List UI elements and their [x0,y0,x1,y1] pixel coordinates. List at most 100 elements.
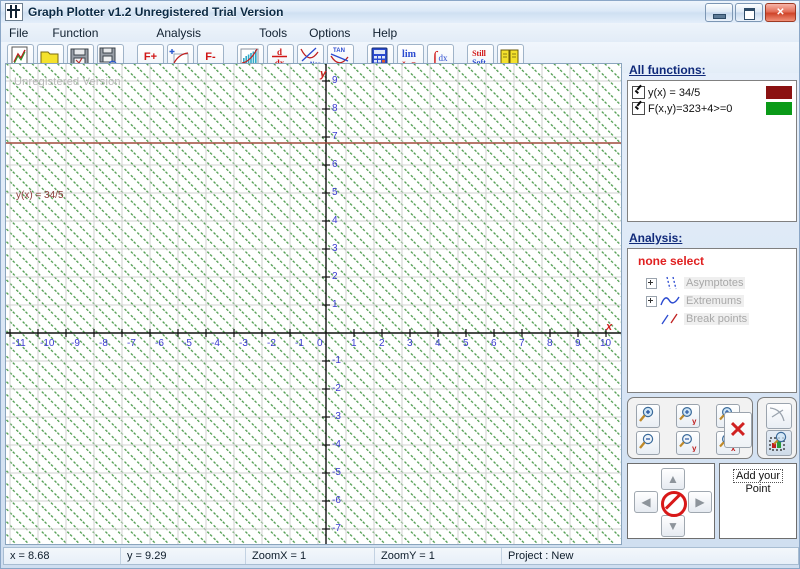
zoom-out-button[interactable] [636,431,660,455]
svg-text:Still: Still [472,49,487,58]
menu-options[interactable]: Options [304,25,355,41]
break-point-glyph-icon [660,312,680,326]
tree-item-break-points[interactable]: Break points [646,310,790,328]
app-window: Graph Plotter v1.2 Unregistered Trial Ve… [0,0,800,569]
maximize-button[interactable] [735,3,763,22]
function-label-2: F(x,y)=323+4>=0 [648,103,766,115]
x-tick-6: 6 [491,338,497,349]
y-tick-5: 5 [332,187,338,198]
pan-down-button[interactable]: ▼ [661,515,685,537]
x-tick--3: -3 [239,338,248,349]
y-tick--5: -5 [332,467,341,478]
watermark: Unregistered Version [14,76,121,88]
status-zoomx: ZoomX = 1 [246,548,375,564]
svg-text:TAN: TAN [333,48,345,54]
tree-item-asymptotes[interactable]: Asymptotes [646,274,790,292]
function-row-2[interactable]: F(x,y)=323+4>=0 [632,101,792,116]
x-tick--10: -10 [40,338,54,349]
menu-tools[interactable]: Tools [254,25,292,41]
y-tick--7: -7 [332,523,341,534]
window-title: Graph Plotter v1.2 Unregistered Trial Ve… [28,5,283,19]
y-tick--4: -4 [332,439,341,450]
close-button[interactable]: ✕ [765,3,796,22]
y-tick-7: 7 [332,131,338,142]
function-color-swatch-2[interactable] [766,102,792,115]
zoom-reset-button[interactable]: ✕ [724,412,752,448]
x-tick--5: -5 [183,338,192,349]
function-checkbox-2[interactable] [632,102,645,115]
zoom-panel: y x [627,397,797,459]
menu-help[interactable]: Help [367,25,402,41]
analysis-heading: Analysis: [629,231,797,245]
menu-function[interactable]: Function [47,25,103,41]
title-bar: Graph Plotter v1.2 Unregistered Trial Ve… [1,1,799,23]
extra-tools-group [757,397,797,459]
tree-label-asymptotes: Asymptotes [684,277,745,289]
y-tick-2: 2 [332,271,338,282]
pan-controls: ▲ ◀ ▶ ▼ [627,463,715,539]
y-tick--1: -1 [332,355,341,366]
x-tick--2: -2 [267,338,276,349]
expander-icon-extremums[interactable] [646,296,657,307]
add-point-panel[interactable]: Add your Point [719,463,797,539]
plot-canvas[interactable]: Unregistered Version y(x) = 34/5 -11 -10… [5,63,622,545]
extremum-glyph-icon [660,294,680,308]
x-tick--1: -1 [295,338,304,349]
y-axis-name: y [320,68,326,80]
y-tick-1: 1 [332,299,338,310]
function-checkbox-1[interactable] [632,86,645,99]
x-tick-9: 9 [575,338,581,349]
function-label-1: y(x) = 34/5 [648,87,766,99]
x-tick-7: 7 [519,338,525,349]
y-tick-4: 4 [332,215,338,226]
function-row-1[interactable]: y(x) = 34/5 [632,85,792,100]
minimize-button[interactable] [705,3,733,22]
zoom-region-button[interactable] [766,430,792,456]
functions-list[interactable]: y(x) = 34/5 F(x,y)=323+4>=0 [627,80,797,222]
pan-left-button[interactable]: ◀ [634,491,658,513]
x-tick-1: 1 [351,338,357,349]
function-line-label: y(x) = 34/5 [16,190,64,201]
svg-text:y: y [692,444,697,452]
right-column: All functions: y(x) = 34/5 F(x,y)=323+4>… [627,63,797,539]
y-tick-6: 6 [332,159,338,170]
curve-tool-button[interactable] [766,403,792,429]
x-tick-3: 3 [407,338,413,349]
window-controls: ✕ [705,3,796,22]
add-point-line1: Add your [733,469,783,483]
x-tick--11: -11 [12,338,26,349]
svg-text:lim: lim [402,49,417,60]
analysis-status: none select [638,254,790,268]
x-tick-8: 8 [547,338,553,349]
x-tick--6: -6 [155,338,164,349]
tree-item-extremums[interactable]: Extremums [646,292,790,310]
status-bar: x = 8.68 y = 9.29 ZoomX = 1 ZoomY = 1 Pr… [3,547,799,565]
x-tick-10: 10 [600,338,611,349]
zoom-in-button[interactable] [636,404,660,428]
y-tick-9: 9 [332,75,338,86]
svg-text:d: d [277,47,282,57]
menu-file[interactable]: File [4,25,33,41]
status-y: y = 9.29 [121,548,246,564]
x-tick--7: -7 [127,338,136,349]
pan-up-button[interactable]: ▲ [661,468,685,490]
zoom-out-y-button[interactable]: y [676,431,700,455]
plot-svg [6,64,621,544]
y-tick--6: -6 [332,495,341,506]
function-color-swatch-1[interactable] [766,86,792,99]
y-tick-3: 3 [332,243,338,254]
x-axis-name: x [606,321,612,333]
analysis-tree[interactable]: none select Asymptotes E [627,248,797,393]
stop-button[interactable] [661,491,687,517]
tree-label-extremums: Extremums [684,295,744,307]
pan-right-button[interactable]: ▶ [688,491,712,513]
x-tick--9: -9 [71,338,80,349]
zoom-in-y-button[interactable]: y [676,404,700,428]
zoom-buttons-group: y x [627,397,753,459]
y-tick--3: -3 [332,411,341,422]
x-tick-4: 4 [435,338,441,349]
expander-icon-asymptotes[interactable] [646,278,657,289]
menu-bar: File Function Analysis Tools Options Hel… [1,23,799,42]
status-project: Project : New [502,548,796,564]
menu-analysis[interactable]: Analysis [151,25,206,41]
